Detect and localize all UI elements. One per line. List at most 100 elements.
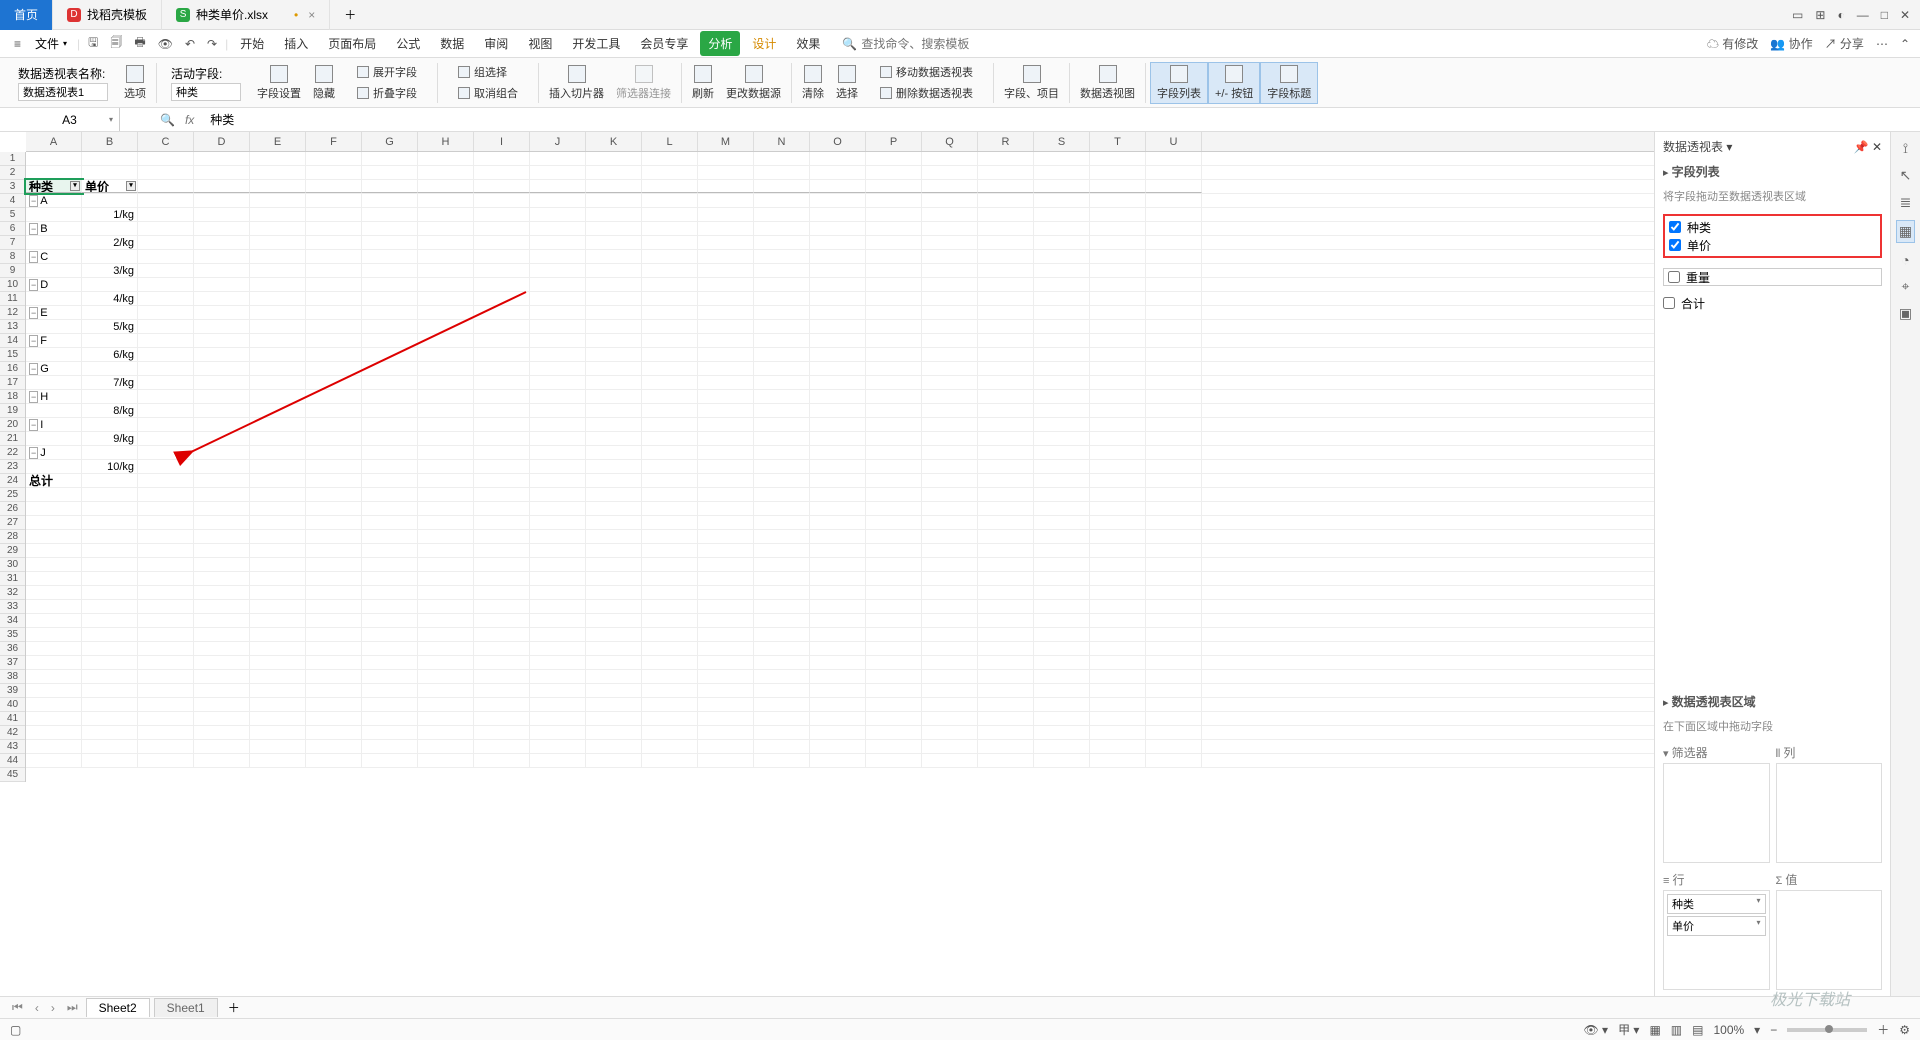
tab-file[interactable]: S种类单价.xlsx•× — [162, 0, 330, 30]
slicer-button[interactable]: 插入切片器 — [543, 63, 610, 103]
tab-vip[interactable]: 会员专享 — [632, 31, 696, 56]
row-39[interactable]: 39 — [0, 684, 25, 698]
zoom-in-icon[interactable]: ＋ — [1877, 1021, 1889, 1038]
tab-layout[interactable]: 页面布局 — [320, 31, 384, 56]
refresh-button[interactable]: 刷新 — [686, 63, 720, 103]
row-6[interactable]: 6 — [0, 222, 25, 236]
row-18[interactable]: 18 — [0, 390, 25, 404]
col-J[interactable]: J — [530, 132, 586, 151]
row-21[interactable]: 21 — [0, 432, 25, 446]
assistant-icon[interactable]: ⟟ — [1903, 140, 1908, 157]
record-icon[interactable]: ▢ — [10, 1023, 21, 1037]
tab-formula[interactable]: 公式 — [388, 31, 428, 56]
preview-icon[interactable]: 👁 — [154, 35, 177, 53]
name-box[interactable]: A3 — [20, 108, 120, 131]
row-5[interactable]: 5 — [0, 208, 25, 222]
clear-button[interactable]: 清除 — [796, 63, 830, 103]
row-item-price[interactable]: 单价 — [1667, 916, 1766, 936]
style-icon[interactable]: ≣ — [1900, 194, 1912, 211]
options-button[interactable]: 选项 — [118, 63, 152, 103]
col-R[interactable]: R — [978, 132, 1034, 151]
col-H[interactable]: H — [418, 132, 474, 151]
tab-data[interactable]: 数据 — [432, 31, 472, 56]
row-29[interactable]: 29 — [0, 544, 25, 558]
area-row-box[interactable]: 种类 单价 — [1663, 890, 1770, 990]
undo-icon[interactable]: ↶ — [181, 35, 199, 53]
row-1[interactable]: 1 — [0, 152, 25, 166]
row-37[interactable]: 37 — [0, 656, 25, 670]
sheet-tab-1[interactable]: Sheet1 — [154, 998, 218, 1017]
row-22[interactable]: 22 — [0, 446, 25, 460]
tab-start[interactable]: 开始 — [232, 31, 272, 56]
status-modified[interactable]: ☁ 有修改 — [1707, 35, 1758, 52]
select-tool-icon[interactable]: ↖ — [1900, 167, 1912, 184]
row-3[interactable]: 3 — [0, 180, 25, 194]
field-kind[interactable]: 种类 — [1669, 218, 1876, 236]
sheet-first-icon[interactable]: ⏮ — [8, 1000, 27, 1015]
row-12[interactable]: 12 — [0, 306, 25, 320]
row-26[interactable]: 26 — [0, 502, 25, 516]
expand-field-button[interactable]: 展开字段 — [351, 62, 423, 82]
tab-review[interactable]: 审阅 — [476, 31, 516, 56]
tab-template[interactable]: D找稻壳模板 — [53, 0, 162, 30]
row-14[interactable]: 14 — [0, 334, 25, 348]
tab-home[interactable]: 首页 — [0, 0, 53, 30]
row-item-kind[interactable]: 种类 — [1667, 894, 1766, 914]
collapse-field-button[interactable]: 折叠字段 — [351, 83, 423, 103]
view-page-icon[interactable]: ▥ — [1671, 1023, 1682, 1037]
command-search[interactable] — [861, 37, 981, 51]
move-pt-button[interactable]: 移动数据透视表 — [874, 62, 979, 82]
sheet-next-icon[interactable]: › — [47, 1001, 59, 1015]
area-filter-box[interactable] — [1663, 763, 1770, 863]
backup-icon[interactable]: ▣ — [1899, 305, 1912, 322]
col-C[interactable]: C — [138, 132, 194, 151]
row-25[interactable]: 25 — [0, 488, 25, 502]
row-9[interactable]: 9 — [0, 264, 25, 278]
col-S[interactable]: S — [1034, 132, 1090, 151]
view-break-icon[interactable]: ▤ — [1692, 1023, 1703, 1037]
cell-area[interactable]: 种类▾单价▾−A1/kg−B2/kg−C3/kg−D4/kg−E5/kg−F6/… — [26, 152, 1654, 782]
pt-name-input[interactable] — [18, 83, 108, 101]
pivot-chart-button[interactable]: 数据透视图 — [1074, 63, 1141, 103]
row-13[interactable]: 13 — [0, 320, 25, 334]
col-E[interactable]: E — [250, 132, 306, 151]
row-40[interactable]: 40 — [0, 698, 25, 712]
col-B[interactable]: B — [82, 132, 138, 151]
field-total[interactable]: 合计 — [1663, 294, 1882, 312]
row-38[interactable]: 38 — [0, 670, 25, 684]
formula-value[interactable]: 种类 — [204, 111, 234, 128]
col-Q[interactable]: Q — [922, 132, 978, 151]
col-L[interactable]: L — [642, 132, 698, 151]
row-8[interactable]: 8 — [0, 250, 25, 264]
row-43[interactable]: 43 — [0, 740, 25, 754]
sheet-last-icon[interactable]: ⏭ — [63, 1000, 82, 1015]
row-headers[interactable]: 1234567891011121314151617181920212223242… — [0, 152, 26, 782]
field-price[interactable]: 单价 — [1669, 236, 1876, 254]
col-I[interactable]: I — [474, 132, 530, 151]
row-7[interactable]: 7 — [0, 236, 25, 250]
tab-insert[interactable]: 插入 — [276, 31, 316, 56]
row-24[interactable]: 24 — [0, 474, 25, 488]
field-item-button[interactable]: 字段、项目 — [998, 63, 1065, 103]
group-select-button[interactable]: 组选择 — [452, 62, 513, 82]
maximize-icon[interactable]: □ — [1881, 8, 1888, 22]
chevron-down-icon[interactable]: ⋯ — [1876, 37, 1888, 51]
zoom-value[interactable]: 100% — [1713, 1023, 1744, 1037]
row-2[interactable]: 2 — [0, 166, 25, 180]
row-41[interactable]: 41 — [0, 712, 25, 726]
zoom-out-icon[interactable]: − — [1770, 1023, 1777, 1037]
layout-icon[interactable]: ▭ — [1792, 8, 1803, 22]
row-31[interactable]: 31 — [0, 572, 25, 586]
row-35[interactable]: 35 — [0, 628, 25, 642]
col-K[interactable]: K — [586, 132, 642, 151]
tab-view[interactable]: 视图 — [520, 31, 560, 56]
share-button[interactable]: ↗ 分享 — [1825, 35, 1864, 52]
spreadsheet-grid[interactable]: ABCDEFGHIJKLMNOPQRSTU 123456789101112131… — [0, 132, 1654, 996]
ungroup-button[interactable]: 取消组合 — [452, 83, 524, 103]
tab-dev[interactable]: 开发工具 — [564, 31, 628, 56]
save-icon[interactable]: 🖫 — [84, 31, 102, 56]
col-M[interactable]: M — [698, 132, 754, 151]
area-col-box[interactable] — [1776, 763, 1883, 863]
col-D[interactable]: D — [194, 132, 250, 151]
eye-icon[interactable]: 👁 ▾ — [1583, 1023, 1608, 1037]
